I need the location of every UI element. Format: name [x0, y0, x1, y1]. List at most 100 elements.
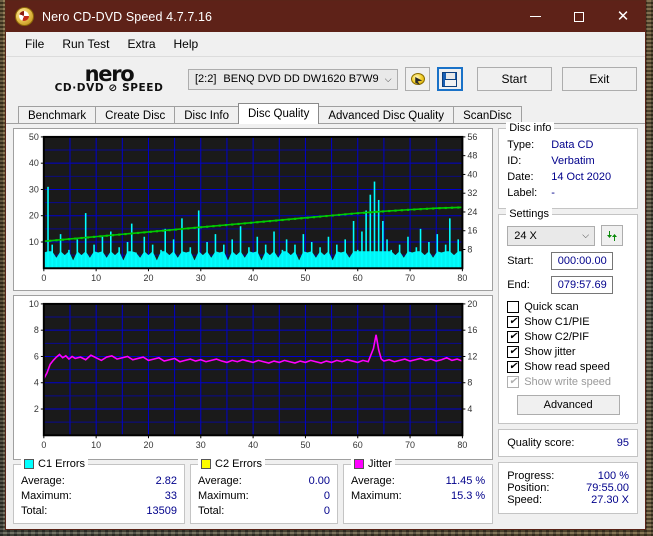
svg-text:40: 40 — [29, 158, 39, 168]
svg-text:20: 20 — [143, 273, 153, 283]
disc-info-group: Disc info Type: Data CD ID: Verbatim Dat… — [498, 122, 638, 209]
eject-disc-icon — [410, 72, 426, 86]
progress-value: 100 % — [597, 470, 629, 482]
tab-strip: Benchmark Create Disc Disc Info Disc Qua… — [6, 103, 645, 124]
tab-disc-quality[interactable]: Disc Quality — [238, 103, 320, 124]
start-input[interactable]: 000:00.00 — [551, 252, 614, 270]
c2-errors-jitter-chart: 2 4 6 8 10 4 8 12 16 20 0 10 20 30 40 50 60 70 80 — [13, 295, 494, 460]
svg-text:80: 80 — [457, 440, 467, 450]
tab-benchmark[interactable]: Benchmark — [18, 106, 97, 124]
tab-advanced-disc-quality[interactable]: Advanced Disc Quality — [318, 106, 455, 124]
menu-item-run-test[interactable]: Run Test — [53, 34, 118, 54]
c2-color-swatch — [201, 459, 211, 469]
svg-text:0: 0 — [41, 440, 46, 450]
title-bar: Nero CD-DVD Speed 4.7.7.16 ✕ — [6, 1, 645, 32]
c1-maximum-label: Maximum: — [21, 490, 72, 502]
c2-total-value: 0 — [323, 505, 330, 517]
show-jitter-checkbox[interactable]: ✔ — [507, 346, 520, 358]
svg-text:0: 0 — [41, 273, 46, 283]
refresh-button[interactable] — [601, 225, 624, 246]
show-c1-pie-label: Show C1/PIE — [524, 316, 590, 328]
drive-select[interactable]: [2:2] BENQ DVD DD DW1620 B7W9 ⌵ — [188, 68, 399, 90]
c1-color-swatch — [24, 459, 34, 469]
show-c1-pie-checkbox[interactable]: ✔ — [507, 316, 520, 328]
c1-errors-title: C1 Errors — [38, 458, 86, 470]
disc-label-label: Label: — [507, 187, 538, 199]
svg-text:2: 2 — [34, 404, 39, 414]
svg-text:50: 50 — [29, 132, 39, 142]
c2-total-row: Total: 0 — [198, 504, 330, 519]
disc-id-value: Verbatim — [551, 155, 595, 167]
jitter-title: Jitter — [368, 458, 392, 470]
svg-text:56: 56 — [467, 132, 477, 142]
show-c2-pif-checkbox[interactable]: ✔ — [507, 331, 520, 343]
show-jitter-label: Show jitter — [524, 346, 576, 358]
svg-text:8: 8 — [34, 325, 39, 335]
start-row: Start: 000:00.00 — [507, 252, 629, 270]
tab-create-disc[interactable]: Create Disc — [95, 106, 176, 124]
svg-text:10: 10 — [91, 440, 101, 450]
exit-button[interactable]: Exit — [561, 67, 637, 91]
disc-info-title: Disc info — [506, 122, 555, 134]
disc-date-value: 14 Oct 2020 — [551, 171, 612, 183]
tab-disc-info[interactable]: Disc Info — [174, 106, 239, 124]
show-read-speed-checkbox[interactable]: ✔ — [507, 361, 520, 373]
svg-text:10: 10 — [29, 237, 39, 247]
window-title: Nero CD-DVD Speed 4.7.7.16 — [42, 9, 213, 24]
c2-errors-stats: C2 Errors Average: 0.00 Maximum: 0 Total… — [190, 458, 338, 524]
checkbox-show-read-speed[interactable]: ✔ Show read speed — [507, 361, 629, 373]
show-c2-pif-label: Show C2/PIF — [524, 331, 590, 343]
svg-text:8: 8 — [467, 244, 472, 254]
checkbox-show-c1-pie[interactable]: ✔ Show C1/PIE — [507, 316, 629, 328]
maximize-button[interactable] — [557, 1, 601, 32]
speed-select[interactable]: 24 X ⌵ — [507, 225, 596, 246]
svg-text:16: 16 — [467, 325, 477, 335]
c1-average-row: Average: 2.82 — [21, 474, 177, 489]
checkbox-show-c2-pif[interactable]: ✔ Show C2/PIF — [507, 331, 629, 343]
progress-row: Progress: 100 % — [507, 470, 629, 482]
svg-text:70: 70 — [405, 273, 415, 283]
jitter-average-row: Average: 11.45 % — [351, 474, 485, 489]
svg-text:40: 40 — [467, 169, 477, 179]
svg-text:20: 20 — [29, 211, 39, 221]
settings-title: Settings — [506, 208, 552, 220]
disc-id-label: ID: — [507, 155, 522, 167]
minimize-button[interactable] — [513, 1, 557, 32]
application-window: Nero CD-DVD Speed 4.7.7.16 ✕ File Run Te… — [5, 0, 646, 530]
quality-score-value: 95 — [616, 437, 629, 449]
refresh-icon — [607, 230, 618, 241]
checkbox-show-jitter[interactable]: ✔ Show jitter — [507, 346, 629, 358]
menu-item-help[interactable]: Help — [165, 34, 208, 54]
speed-value: 24 X — [514, 229, 537, 242]
logo-sub-text: CD·DVD ⊘ SPEED — [54, 82, 164, 95]
quick-scan-checkbox[interactable] — [507, 301, 520, 313]
c2-maximum-value: 0 — [323, 490, 330, 502]
show-write-speed-checkbox: ✔ — [507, 376, 520, 388]
save-results-button[interactable] — [437, 67, 463, 91]
disc-label-value: - — [551, 187, 555, 199]
eject-disc-button[interactable] — [405, 67, 431, 91]
menu-item-file[interactable]: File — [16, 34, 53, 54]
advanced-button[interactable]: Advanced — [516, 395, 620, 415]
c2-maximum-label: Maximum: — [198, 490, 249, 502]
jitter-average-label: Average: — [351, 475, 395, 487]
minimize-icon — [529, 16, 541, 17]
checkbox-quick-scan[interactable]: Quick scan — [507, 301, 629, 313]
start-button[interactable]: Start — [476, 67, 552, 91]
c2-total-label: Total: — [198, 505, 225, 517]
settings-group: Settings 24 X ⌵ Start: 000:00.00 End: 07… — [498, 208, 638, 424]
c2-errors-title: C2 Errors — [215, 458, 263, 470]
svg-text:30: 30 — [196, 440, 206, 450]
toolbar: nero CD·DVD ⊘ SPEED [2:2] BENQ DVD DD DW… — [6, 57, 645, 101]
position-row: Position: 79:55.00 — [507, 482, 629, 494]
jitter-average-value: 11.45 % — [445, 475, 486, 487]
menu-item-extra[interactable]: Extra — [118, 34, 164, 54]
svg-text:16: 16 — [467, 226, 477, 236]
svg-text:10: 10 — [91, 273, 101, 283]
end-input[interactable]: 079:57.69 — [551, 276, 614, 294]
tab-content: 10 20 30 40 50 8 16 24 32 40 48 56 0 10 20 30 40 50 60 70 80… — [6, 122, 645, 530]
svg-text:20: 20 — [143, 440, 153, 450]
nero-wordmark: nero CD·DVD ⊘ SPEED — [34, 64, 184, 94]
disc-date-row: Date: 14 Oct 2020 — [507, 169, 629, 185]
close-button[interactable]: ✕ — [601, 1, 645, 32]
